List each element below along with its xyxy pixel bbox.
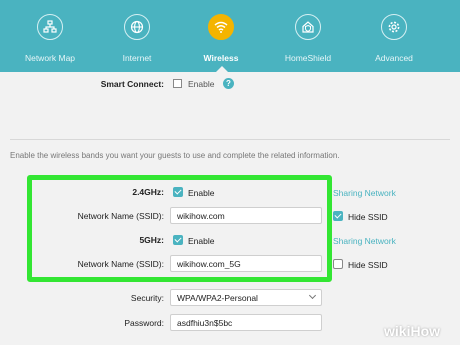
home-shield-icon — [295, 14, 321, 40]
chevron-down-icon — [308, 291, 317, 300]
watermark-how: How — [410, 323, 441, 339]
nav-label: Advanced — [375, 53, 413, 63]
sharing-network-24ghz-link[interactable]: Sharing Network — [333, 188, 396, 198]
nav-tab-advanced[interactable]: Advanced — [349, 0, 439, 72]
hide-ssid-5ghz-label: Hide SSID — [348, 260, 388, 270]
ssid-5ghz-input[interactable]: wikihow.com_5G — [170, 255, 322, 272]
watermark-wiki: wiki — [384, 323, 411, 339]
password-label: Password: — [124, 318, 164, 328]
section-divider — [10, 139, 450, 140]
nav-tab-wireless[interactable]: Wireless — [176, 0, 266, 72]
smart-connect-enable-label: Enable — [188, 79, 215, 89]
nav-label: Wireless — [203, 53, 239, 63]
hide-ssid-24ghz-label: Hide SSID — [348, 212, 388, 222]
sharing-network-5ghz-link[interactable]: Sharing Network — [333, 236, 396, 246]
nav-tab-homeshield[interactable]: HomeShield — [263, 0, 353, 72]
smart-connect-checkbox[interactable] — [173, 79, 182, 88]
nav-tab-network-map[interactable]: Network Map — [5, 0, 95, 72]
band-5ghz-enable-label: Enable — [188, 236, 215, 246]
nav-tab-internet[interactable]: Internet — [92, 0, 182, 72]
ssid-24ghz-label: Network Name (SSID): — [77, 211, 164, 221]
top-navigation: Network Map Internet Wireless HomeShield… — [0, 0, 460, 72]
smart-connect-label: Smart Connect: — [100, 79, 164, 89]
band-24ghz-enable-label: Enable — [188, 188, 215, 198]
password-input[interactable]: asdfhiu3n$5bc — [170, 314, 322, 331]
band-5ghz-enable-checkbox[interactable] — [173, 235, 183, 245]
band-24ghz-label: 2.4GHz: — [132, 187, 164, 197]
globe-icon — [124, 14, 150, 40]
ssid-5ghz-label: Network Name (SSID): — [77, 259, 164, 269]
nav-label: Network Map — [24, 53, 76, 63]
gear-icon — [381, 14, 407, 40]
network-map-icon — [37, 14, 63, 40]
hide-ssid-24ghz-checkbox[interactable] — [333, 211, 343, 221]
guest-network-description: Enable the wireless bands you want your … — [10, 151, 340, 160]
ssid-24ghz-input[interactable]: wikihow.com — [170, 207, 322, 224]
nav-label: Internet — [122, 53, 152, 63]
security-label: Security: — [130, 293, 164, 303]
band-5ghz-label: 5GHz: — [139, 235, 164, 245]
wikihow-watermark: wikiHow — [384, 323, 440, 339]
help-icon[interactable]: ? — [223, 78, 234, 89]
smart-connect-row: Smart Connect: Enable ? — [0, 77, 460, 91]
active-tab-caret — [216, 66, 228, 72]
security-select-value: WPA/WPA2-Personal — [177, 293, 258, 303]
hide-ssid-5ghz-checkbox[interactable] — [333, 259, 343, 269]
band-24ghz-enable-checkbox[interactable] — [173, 187, 183, 197]
nav-label: HomeShield — [284, 53, 332, 63]
security-select[interactable]: WPA/WPA2-Personal — [170, 289, 322, 306]
wifi-icon — [208, 14, 234, 40]
